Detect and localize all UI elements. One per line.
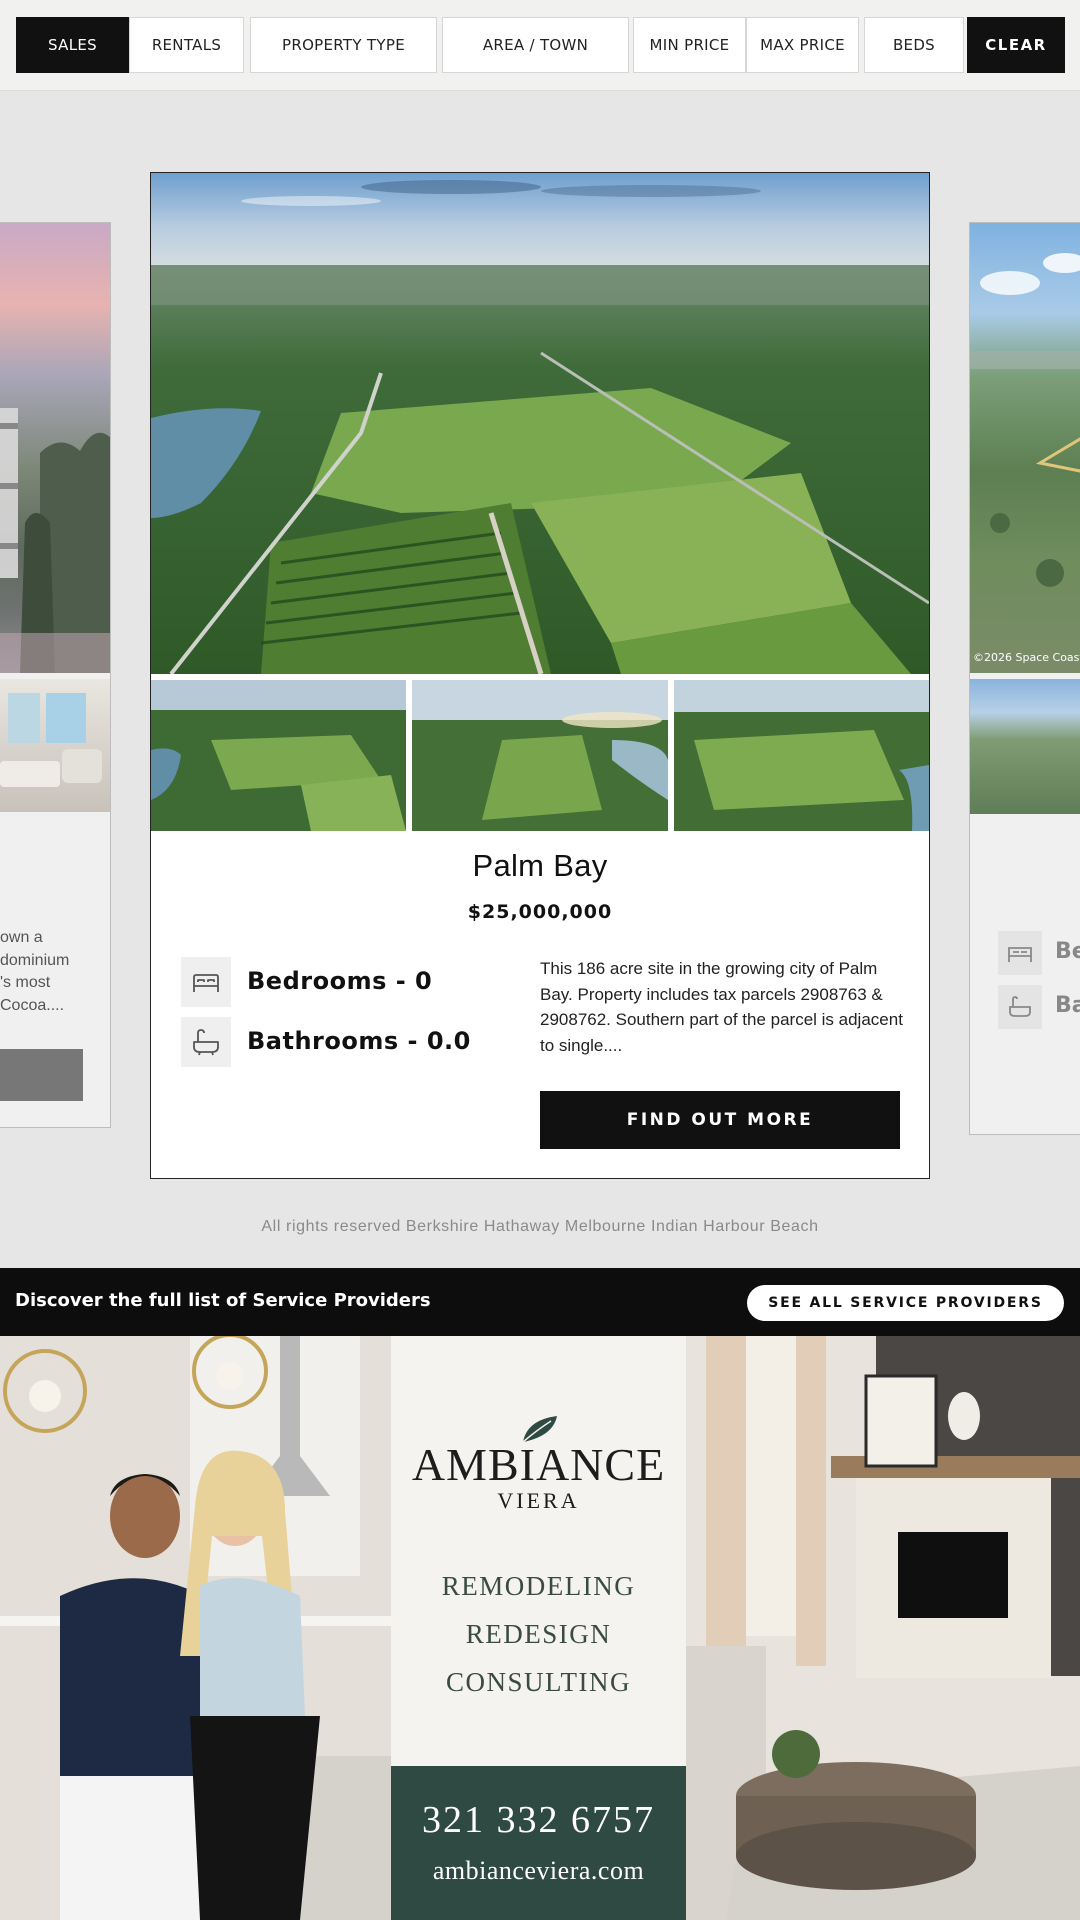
- ambiance-viera-ad[interactable]: AMBIANCE VIERA REMODELING REDESIGN CONSU…: [0, 1336, 1080, 1920]
- see-all-service-providers-button[interactable]: SEE ALL SERVICE PROVIDERS: [747, 1285, 1064, 1321]
- filter-bar: SALES RENTALS PROPERTY TYPE AREA / TOWN …: [0, 0, 1080, 91]
- ad-service-remodeling: REMODELING: [441, 1571, 636, 1601]
- ad-contact-panel: 321 332 6757 ambianceviera.com: [391, 1766, 686, 1920]
- clear-filters-button[interactable]: CLEAR: [967, 17, 1065, 73]
- previous-listing-description-line: own a: [0, 929, 43, 946]
- ad-brand-name: AMBIANCE: [411, 1439, 666, 1490]
- previous-listing-card[interactable]: own a dominium 's most Cocoa....: [0, 222, 111, 1128]
- previous-listing-main-photo: [0, 223, 110, 673]
- filter-property-type-button[interactable]: PROPERTY TYPE: [250, 17, 437, 73]
- listing-thumbnail-2[interactable]: [412, 680, 668, 831]
- find-out-more-button[interactable]: FIND OUT MORE: [540, 1091, 900, 1149]
- bath-icon: [181, 1017, 231, 1067]
- previous-listing-description-line: 's most: [0, 974, 51, 991]
- bedrooms-label: Bedrooms - 0: [247, 967, 433, 995]
- ad-brand-panel: AMBIANCE VIERA REMODELING REDESIGN CONSU…: [391, 1336, 686, 1920]
- listing-card[interactable]: Palm Bay $25,000,000 Bedrooms - 0 Bathro…: [150, 172, 930, 1179]
- listing-main-photo[interactable]: [151, 173, 929, 674]
- listing-town: Palm Bay: [472, 848, 608, 883]
- next-listing-bedrooms-label: Be: [1055, 939, 1080, 964]
- ad-photo-living-room: [686, 1336, 1080, 1920]
- next-listing-bathrooms-label: Ba: [1055, 993, 1080, 1018]
- ad-phone-number: 321 332 6757: [422, 1799, 655, 1841]
- bathrooms-label: Bathrooms - 0.0: [247, 1027, 471, 1055]
- filter-max-price-button[interactable]: MAX PRICE: [746, 17, 859, 73]
- copyright-text: All rights reserved Berkshire Hathaway M…: [261, 1218, 819, 1235]
- service-providers-text: Discover the full list of Service Provid…: [15, 1290, 431, 1311]
- previous-listing-description-line: Cocoa....: [0, 996, 65, 1014]
- ad-service-redesign: REDESIGN: [465, 1619, 612, 1649]
- filter-beds-button[interactable]: BEDS: [864, 17, 964, 73]
- filter-min-price-button[interactable]: MIN PRICE: [633, 17, 746, 73]
- service-providers-bar: Discover the full list of Service Provid…: [0, 1268, 1080, 1336]
- listing-price: $25,000,000: [467, 901, 613, 923]
- ad-service-consulting: CONSULTING: [445, 1667, 631, 1697]
- previous-listing-description-line: dominium: [0, 951, 70, 969]
- next-listing-photo-credit: ©2026 Space Coast: [973, 651, 1080, 664]
- previous-listing-find-out-more-button[interactable]: [0, 1049, 83, 1101]
- next-listing-bath-icon: [998, 985, 1042, 1029]
- listing-thumbnail-3[interactable]: [674, 680, 929, 831]
- next-listing-thumbnail[interactable]: [970, 679, 1080, 814]
- ad-sub-brand: VIERA: [497, 1488, 580, 1513]
- listing-thumbnail-1[interactable]: [151, 680, 406, 831]
- next-listing-card[interactable]: ©2026 Space Coast Be Ba: [969, 222, 1080, 1135]
- ad-photo-couple: [0, 1336, 391, 1920]
- filter-rentals-button[interactable]: RENTALS: [129, 17, 244, 73]
- bed-icon: [181, 957, 231, 1007]
- ad-website: ambianceviera.com: [432, 1856, 645, 1885]
- filter-sales-button[interactable]: SALES: [16, 17, 129, 73]
- next-listing-main-photo: ©2026 Space Coast: [970, 223, 1080, 673]
- listing-description: This 186 acre site in the growing city o…: [540, 959, 903, 1055]
- previous-listing-thumbnail[interactable]: [0, 679, 110, 812]
- filter-area-town-button[interactable]: AREA / TOWN: [442, 17, 629, 73]
- next-listing-bed-icon: [998, 931, 1042, 975]
